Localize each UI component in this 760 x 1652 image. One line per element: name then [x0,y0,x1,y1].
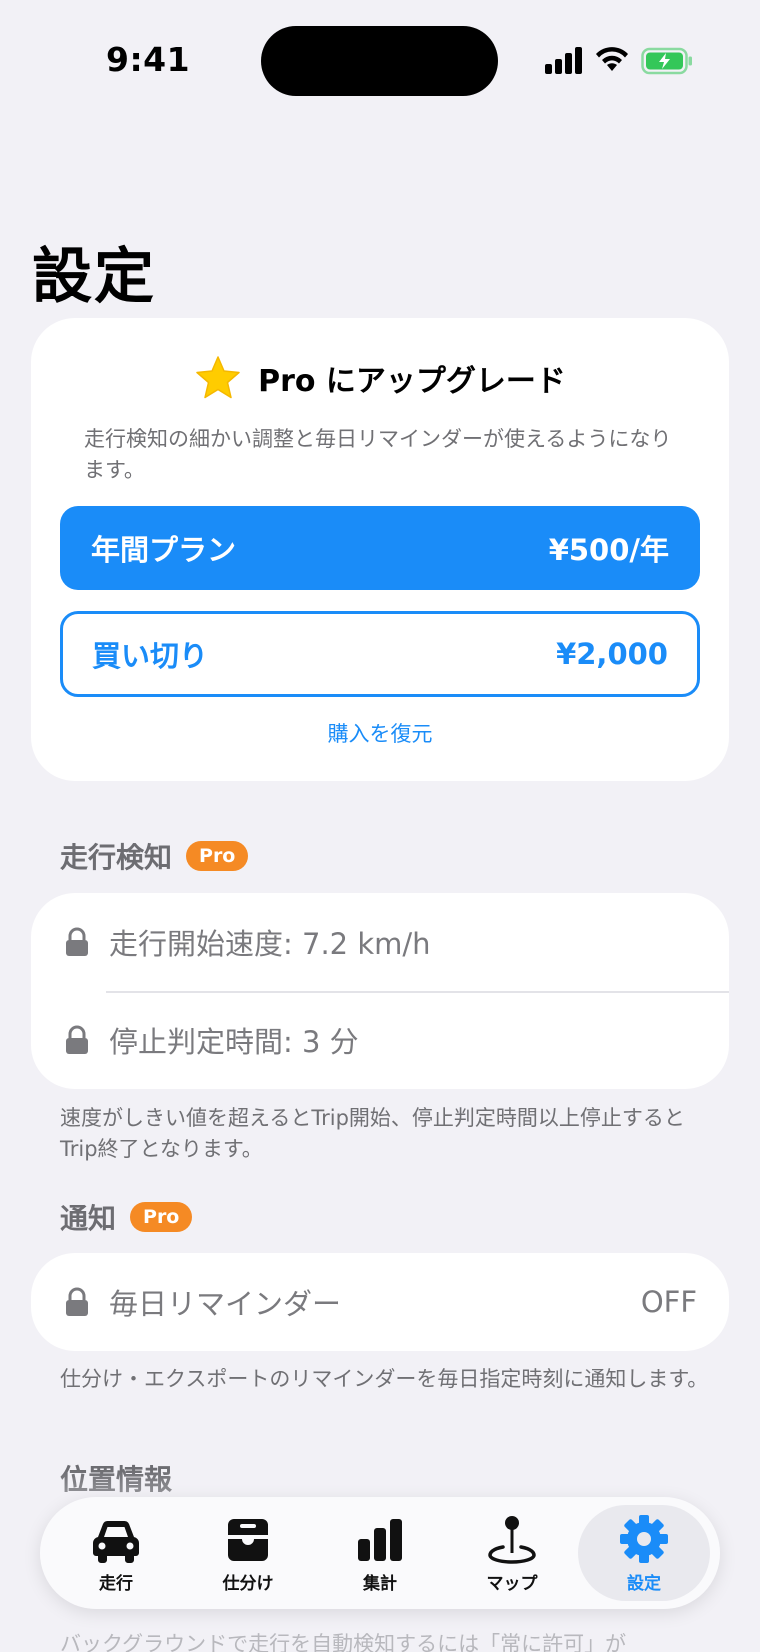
tab-label: 仕分け [222,1573,274,1594]
start-speed-row[interactable]: 走行開始速度: 7.2 km/h [31,893,729,991]
tab-settings[interactable]: 設定 [578,1505,710,1601]
daily-reminder-value: OFF [640,1285,697,1319]
tab-map[interactable]: マップ [446,1505,578,1601]
battery-charging-icon [641,47,692,75]
detection-footnote: 速度がしきい値を超えるとTrip開始、停止判定時間以上停止するとTrip終了とな… [60,1106,685,1161]
status-bar: 9:41 [0,0,760,120]
restore-purchases-link[interactable]: 購入を復元 [31,718,729,748]
bar-chart-icon [358,1518,402,1561]
section-title-notification: 通知 [60,1202,117,1235]
start-speed-label: 走行開始速度: 7.2 km/h [109,927,431,961]
notification-settings-group: 毎日リマインダー OFF [31,1253,729,1351]
tab-label: 走行 [99,1573,133,1594]
cellular-signal-icon [545,47,582,74]
buyout-plan-price: ¥2,000 [556,637,668,671]
dynamic-island [261,26,498,96]
tab-label: マップ [486,1573,538,1594]
upgrade-title: Pro にアップグレード [258,364,566,399]
stop-duration-row[interactable]: 停止判定時間: 3 分 [31,991,729,1089]
detection-settings-group: 走行開始速度: 7.2 km/h 停止判定時間: 3 分 [31,893,729,1089]
lock-icon [66,1287,88,1316]
tab-bar: 走行 仕分け 集計 マップ 設定 [40,1497,720,1609]
buyout-plan-label: 買い切り [92,639,209,673]
tab-label: 集計 [363,1573,397,1594]
tab-drive[interactable]: 走行 [50,1505,182,1601]
gear-icon [620,1514,668,1563]
lock-icon [66,927,88,956]
location-footnote-partial: バックグラウンドで走行を自動検知するには「常に許可」が [60,1632,627,1652]
buyout-plan-button[interactable]: 買い切り ¥2,000 [60,611,700,697]
map-pin-icon [488,1515,536,1564]
upgrade-description: 走行検知の細かい調整と毎日リマインダーが使えるようになります。 [84,427,672,482]
annual-plan-button[interactable]: 年間プラン ¥500/年 [60,506,700,590]
section-header-detection: 走行検知 Pro [60,836,249,876]
notification-footnote: 仕分け・エクスポートのリマインダーを毎日指定時刻に通知します。 [60,1367,709,1391]
tab-sort[interactable]: 仕分け [182,1505,314,1601]
annual-plan-label: 年間プラン [91,533,237,567]
pro-badge: Pro [130,1202,193,1232]
tab-label: 設定 [627,1573,661,1594]
page-title: 設定 [32,242,156,312]
section-header-notification: 通知 Pro [60,1197,193,1237]
daily-reminder-row[interactable]: 毎日リマインダー OFF [31,1253,729,1351]
stop-duration-label: 停止判定時間: 3 分 [109,1025,359,1059]
car-icon [92,1520,140,1563]
star-icon [196,356,240,399]
tray-icon [228,1518,268,1561]
wifi-icon [596,47,628,71]
lock-icon [66,1025,88,1054]
tab-summary[interactable]: 集計 [314,1505,446,1601]
pro-badge: Pro [186,841,249,871]
daily-reminder-label: 毎日リマインダー [109,1287,342,1321]
annual-plan-price: ¥500/年 [548,533,669,567]
section-title-detection: 走行検知 [60,841,173,874]
upgrade-title-row: Pro にアップグレード [31,354,729,402]
status-time: 9:41 [106,40,191,79]
upgrade-card: Pro にアップグレード 走行検知の細かい調整と毎日リマインダーが使えるようにな… [31,318,729,781]
